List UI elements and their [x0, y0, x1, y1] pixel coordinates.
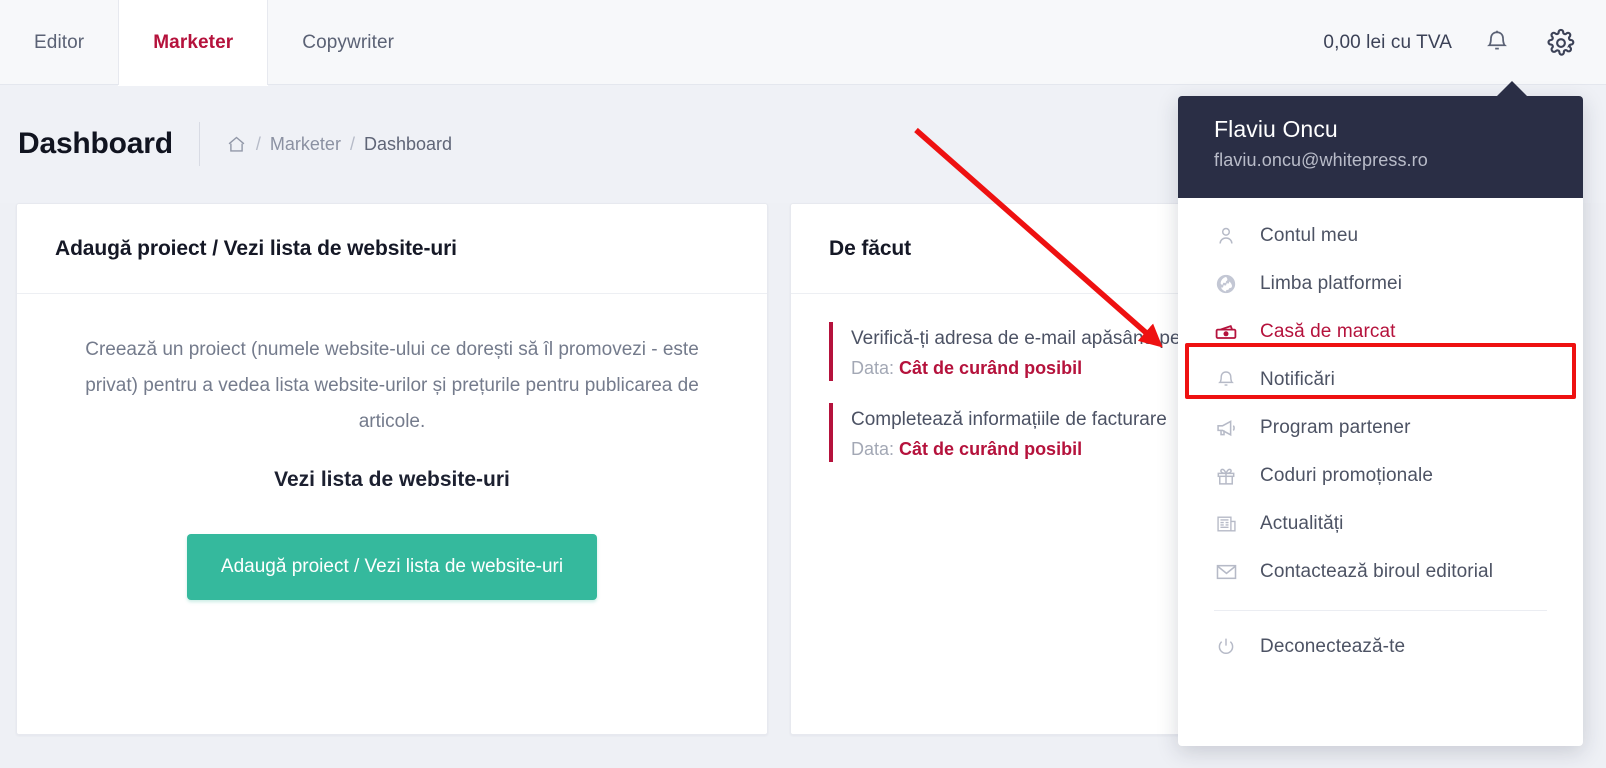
menu-item-contacteaza-biroul-editorial[interactable]: Contactează biroul editorial: [1178, 548, 1583, 596]
settings-button[interactable]: [1542, 24, 1580, 62]
menu-item-label: Deconectează-te: [1260, 636, 1406, 657]
tab-copywriter-label: Copywriter: [302, 31, 395, 53]
menu-item-contul-meu[interactable]: Contul meu: [1178, 212, 1583, 260]
notifications-button[interactable]: [1478, 24, 1516, 62]
tab-marketer[interactable]: Marketer: [118, 0, 269, 85]
todo-date-value: Cât de curând posibil: [899, 358, 1083, 378]
dropdown-caret: [1495, 81, 1529, 98]
tab-marketer-label: Marketer: [153, 31, 234, 53]
top-navigation-bar: Editor Marketer Copywriter 0,00 lei cu T…: [0, 0, 1606, 85]
menu-item-logout[interactable]: Deconectează-te: [1178, 623, 1583, 671]
menu-item-actualitati[interactable]: Actualități: [1178, 500, 1583, 548]
bell-icon: [1214, 368, 1238, 392]
project-intro-text: Creează un proiect (numele website-ului …: [85, 339, 699, 432]
menu-item-casa-de-marcat[interactable]: Casă de marcat: [1178, 308, 1583, 356]
project-button-wrap: Adaugă proiect / Vezi lista de website-u…: [61, 534, 723, 600]
breadcrumb-separator-2: /: [349, 133, 355, 154]
todo-date-value: Cât de curând posibil: [899, 439, 1083, 459]
todo-date-label: Data:: [851, 358, 895, 378]
project-card-title: Adaugă proiect / Vezi lista de website-u…: [55, 236, 457, 260]
cash-register-icon: [1214, 320, 1238, 344]
menu-item-label: Limba platformei: [1260, 273, 1403, 294]
todo-date-label: Data:: [851, 439, 895, 459]
menu-item-notificari[interactable]: Notificări: [1178, 356, 1583, 404]
user-email: flaviu.oncu@whitepress.ro: [1214, 150, 1428, 170]
home-icon[interactable]: [226, 134, 247, 155]
todo-card-title: De făcut: [829, 236, 912, 260]
envelope-icon: [1214, 560, 1238, 584]
user-name: Flaviu Oncu: [1214, 116, 1338, 142]
menu-item-label: Coduri promoționale: [1260, 465, 1433, 486]
page-title: Dashboard: [18, 127, 173, 160]
menu-item-coduri-promotionale[interactable]: Coduri promoționale: [1178, 452, 1583, 500]
menu-item-program-partener[interactable]: Program partener: [1178, 404, 1583, 452]
gear-icon: [1546, 28, 1576, 58]
menu-item-label: Actualități: [1260, 513, 1344, 534]
project-card-header: Adaugă proiect / Vezi lista de website-u…: [17, 204, 767, 294]
topbar-right-group: 0,00 lei cu TVA: [1323, 0, 1606, 85]
menu-item-label: Contul meu: [1260, 225, 1359, 246]
power-icon: [1214, 635, 1238, 659]
menu-item-label: Casă de marcat: [1260, 321, 1396, 342]
dropdown-user-header: Flaviu Oncu flaviu.oncu@whitepress.ro: [1178, 96, 1583, 198]
tab-editor-label: Editor: [34, 31, 85, 53]
gift-icon: [1214, 464, 1238, 488]
breadcrumb-separator-1: /: [255, 133, 261, 154]
breadcrumb: / Marketer / Dashboard: [200, 134, 452, 155]
user-icon: [1214, 224, 1238, 248]
tab-copywriter[interactable]: Copywriter: [268, 0, 428, 85]
dropdown-menu-list: Contul meu Limba platformei Casă de marc…: [1178, 198, 1583, 671]
bell-icon: [1484, 29, 1510, 57]
newspaper-icon: [1214, 512, 1238, 536]
settings-dropdown: Flaviu Oncu flaviu.oncu@whitepress.ro Co…: [1178, 96, 1583, 746]
menu-item-limba-platformei[interactable]: Limba platformei: [1178, 260, 1583, 308]
globe-icon: [1214, 272, 1238, 296]
menu-item-label: Contactează biroul editorial: [1260, 561, 1494, 582]
breadcrumb-item-marketer[interactable]: Marketer: [270, 134, 341, 155]
app-root: Editor Marketer Copywriter 0,00 lei cu T…: [0, 0, 1606, 768]
role-tabs: Editor Marketer Copywriter: [0, 0, 428, 85]
breadcrumb-item-dashboard: Dashboard: [363, 133, 453, 154]
project-subtitle: Vezi lista de website-uri: [274, 468, 510, 491]
add-project-button[interactable]: Adaugă proiect / Vezi lista de website-u…: [186, 534, 598, 600]
menu-item-label: Notificări: [1260, 369, 1335, 390]
dropdown-divider: [1214, 610, 1547, 611]
menu-item-label: Program partener: [1260, 417, 1411, 438]
project-card-body: Creează un proiect (numele website-ului …: [17, 294, 767, 600]
megaphone-icon: [1214, 416, 1238, 440]
account-balance: 0,00 lei cu TVA: [1323, 31, 1452, 53]
tab-editor[interactable]: Editor: [0, 0, 118, 85]
project-card: Adaugă proiect / Vezi lista de website-u…: [16, 203, 768, 735]
